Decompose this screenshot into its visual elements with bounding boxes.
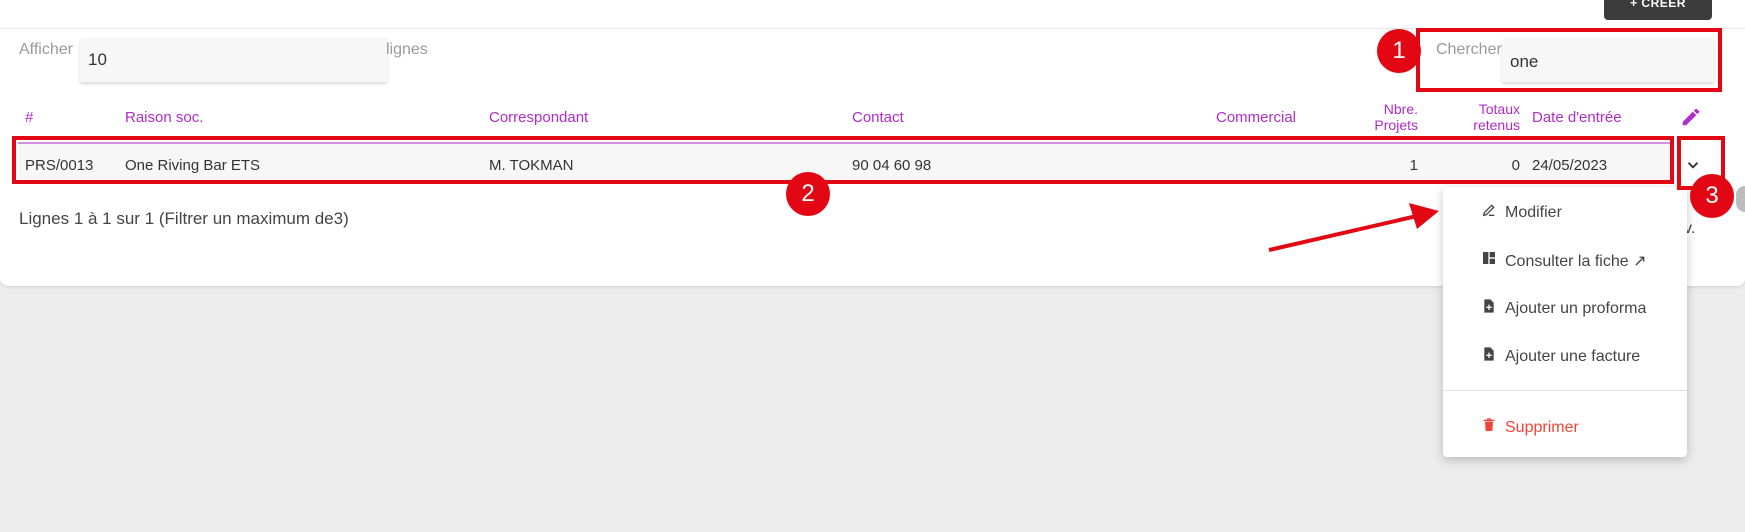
menu-divider — [1443, 390, 1687, 391]
menu-item-label: Consulter la fiche ↗ — [1505, 252, 1647, 270]
highlight-search-box — [1416, 28, 1722, 92]
create-button[interactable]: + CRÉER — [1604, 0, 1712, 20]
row-actions-menu: Modifier Consulter la fiche ↗ Ajouter un… — [1443, 187, 1687, 457]
col-totaux-retenus[interactable]: Totaux retenus — [1462, 101, 1520, 133]
annotation-badge-1: 1 — [1377, 29, 1421, 73]
pagination-info: Lignes 1 à 1 sur 1 (Filtrer un maximum d… — [19, 209, 349, 228]
col-correspondant[interactable]: Correspondant — [489, 109, 588, 126]
layout-icon — [1481, 250, 1505, 271]
col-id[interactable]: # — [25, 109, 33, 126]
menu-item-label: Ajouter une facture — [1505, 347, 1641, 365]
menu-item-ajouter-facture[interactable]: Ajouter une facture — [1481, 346, 1640, 367]
menu-item-supprimer[interactable]: Supprimer — [1481, 417, 1579, 438]
lines-label: lignes — [386, 41, 428, 58]
file-plus-icon — [1481, 346, 1505, 367]
menu-item-modifier[interactable]: Modifier — [1481, 202, 1562, 223]
annotation-badge-2: 2 — [786, 172, 830, 216]
menu-item-label: Ajouter un proforma — [1505, 299, 1647, 317]
menu-item-label: Supprimer — [1505, 418, 1579, 436]
highlight-table-row — [12, 136, 1674, 184]
show-label: Afficher — [19, 41, 73, 58]
menu-item-consulter[interactable]: Consulter la fiche ↗ — [1481, 250, 1646, 271]
annotation-badge-3: 3 — [1690, 174, 1734, 218]
edit-columns-icon[interactable] — [1680, 106, 1702, 133]
top-toolbar — [0, 0, 1745, 29]
col-commercial[interactable]: Commercial — [1216, 109, 1296, 126]
col-contact[interactable]: Contact — [852, 109, 904, 126]
file-plus-icon — [1481, 298, 1505, 319]
trash-icon — [1481, 417, 1505, 438]
menu-item-ajouter-proforma[interactable]: Ajouter un proforma — [1481, 298, 1646, 319]
menu-item-label: Modifier — [1505, 203, 1562, 221]
rows-per-page-select[interactable]: 10 — [80, 38, 387, 82]
pencil-icon — [1481, 202, 1505, 223]
annotation-arrow-icon — [1268, 203, 1439, 252]
scrollbar-handle[interactable] — [1736, 186, 1745, 212]
col-raison[interactable]: Raison soc. — [125, 109, 203, 126]
col-nbre-projets[interactable]: Nbre. Projets — [1360, 101, 1418, 133]
col-date[interactable]: Date d'entrée — [1532, 109, 1622, 126]
